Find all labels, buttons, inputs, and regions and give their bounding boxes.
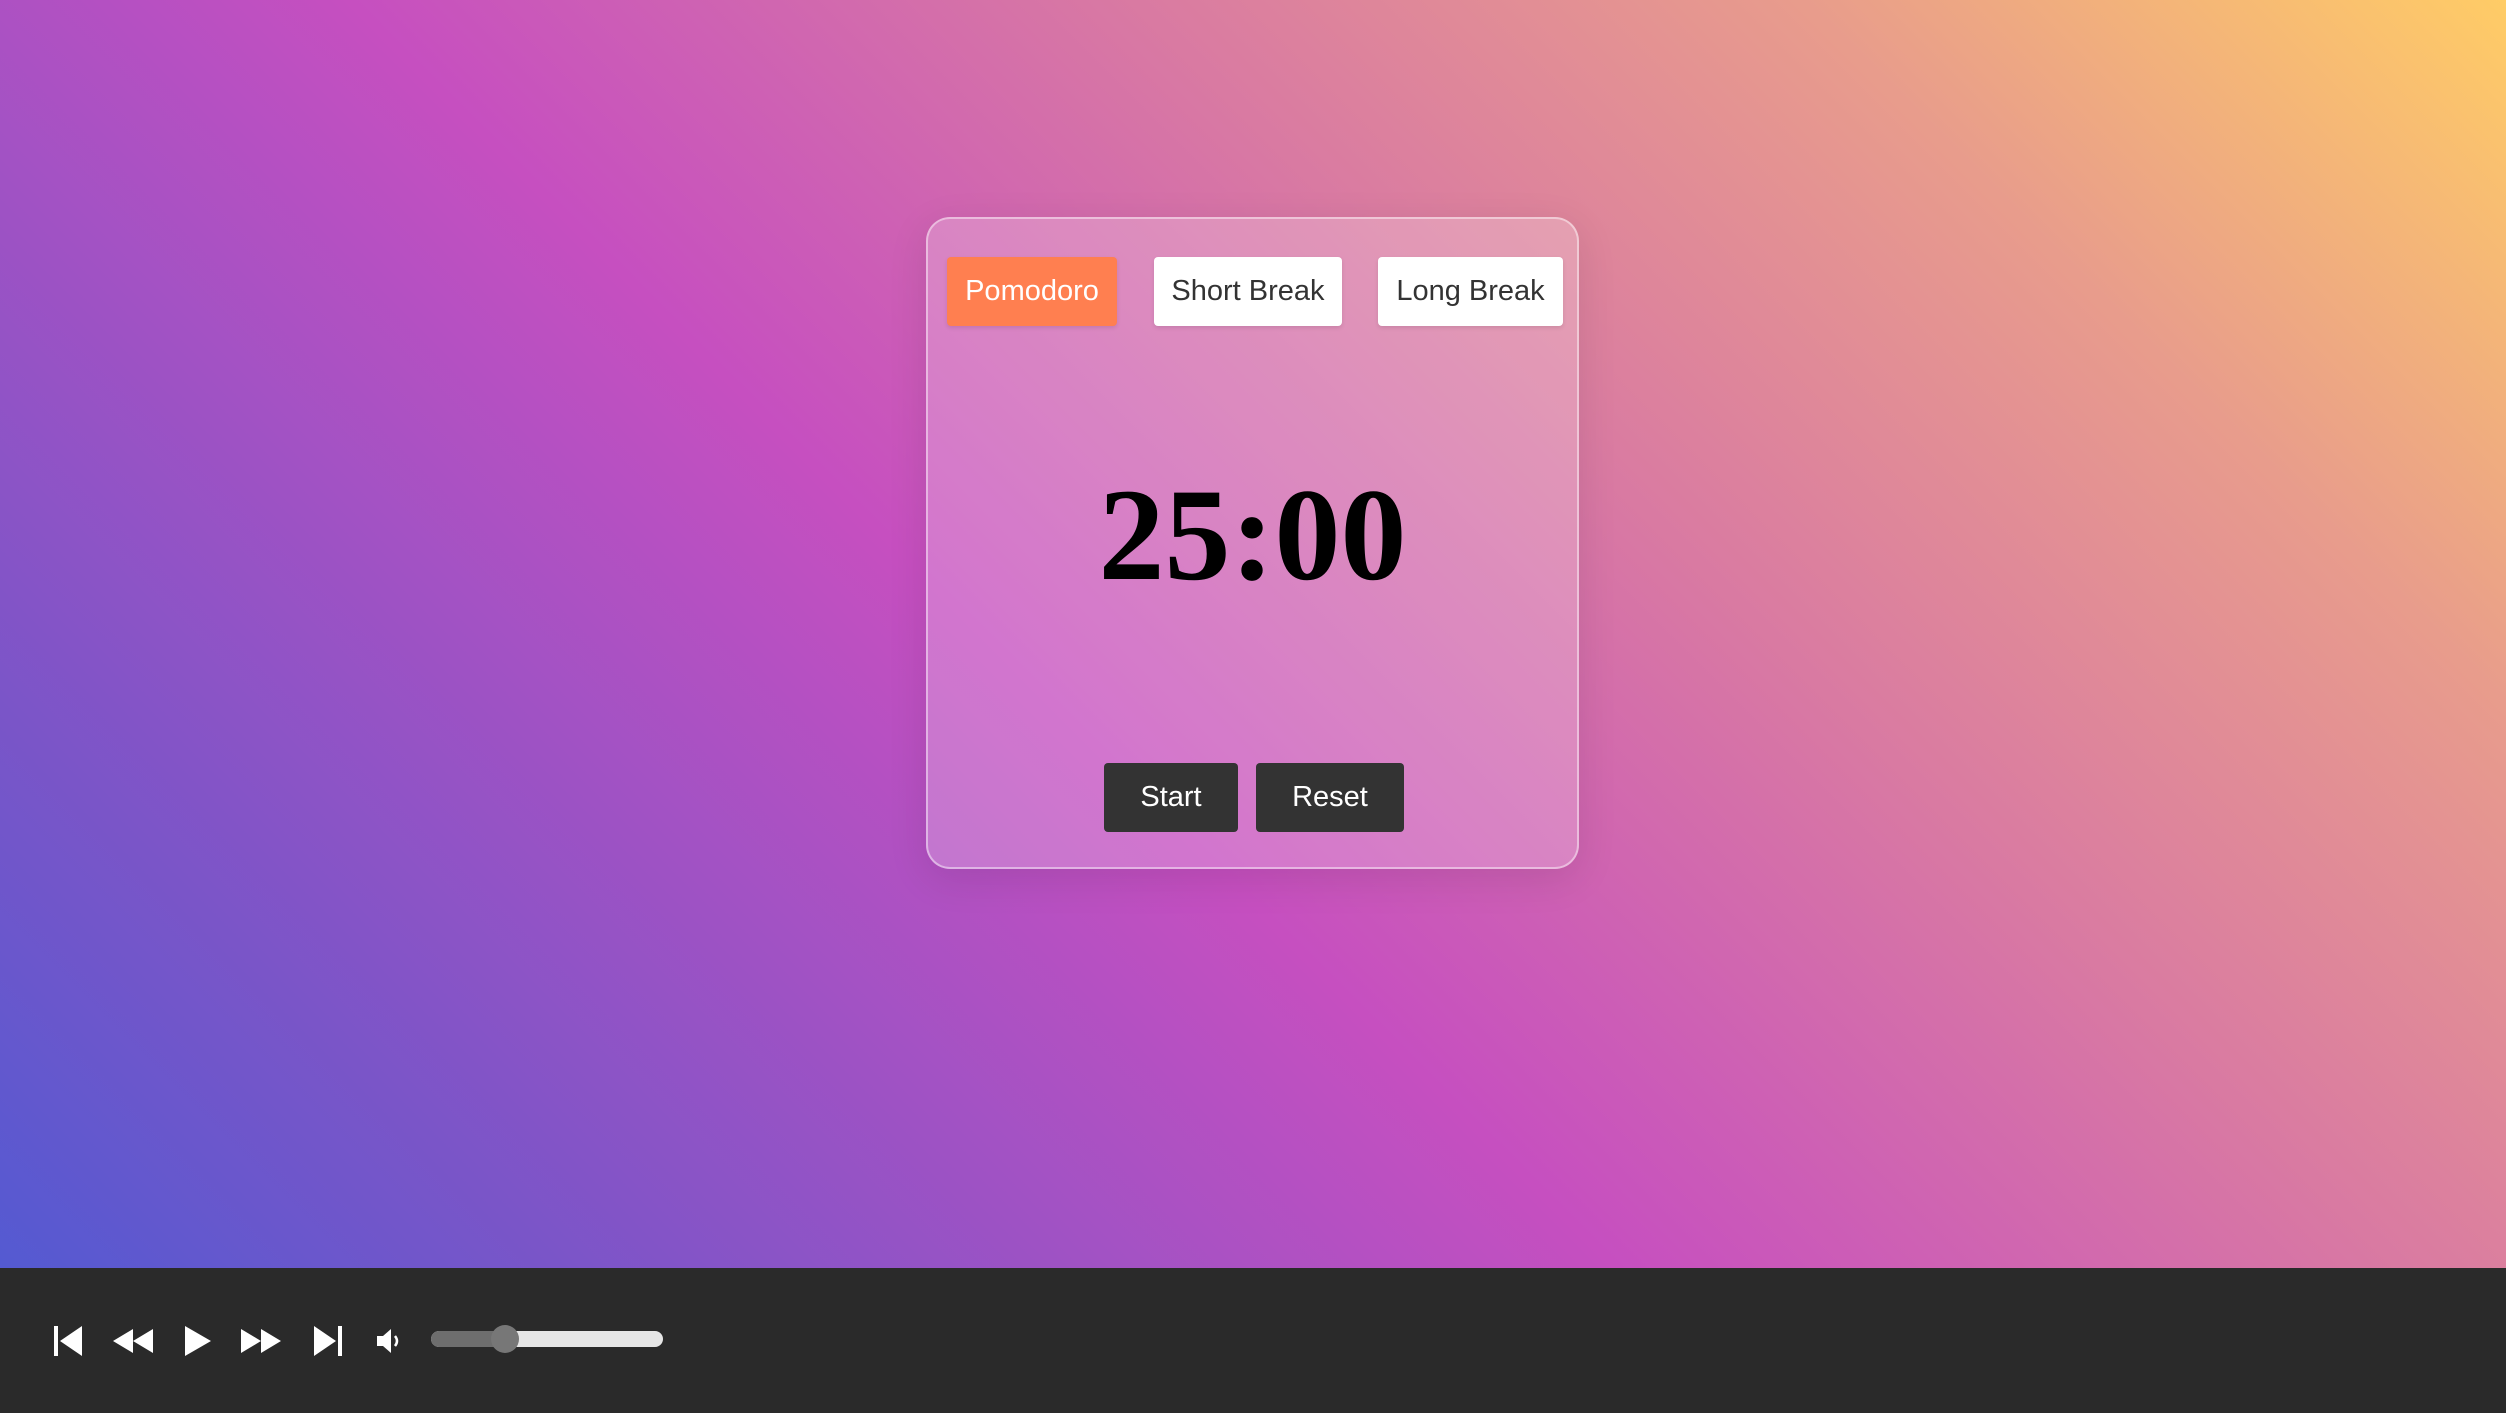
reset-button[interactable]: Reset [1256,763,1404,832]
volume-slider-thumb[interactable] [491,1325,520,1353]
timer-card: Pomodoro Short Break Long Break 25:00 St… [926,217,1579,869]
rewind-icon[interactable] [112,1327,154,1355]
mode-tab-short-break[interactable]: Short Break [1154,257,1342,326]
timer-display: 25:00 [1098,461,1407,608]
skip-forward-icon[interactable] [313,1324,343,1358]
mode-tab-pomodoro[interactable]: Pomodoro [947,257,1117,326]
fast-forward-icon[interactable] [240,1327,282,1355]
volume-icon[interactable] [375,1327,405,1355]
media-player-bar [0,1268,2506,1413]
play-icon[interactable] [183,1324,213,1358]
start-button[interactable]: Start [1104,763,1238,832]
volume-slider[interactable] [431,1325,663,1353]
mode-tab-long-break[interactable]: Long Break [1378,257,1563,326]
skip-back-icon[interactable] [53,1324,83,1358]
